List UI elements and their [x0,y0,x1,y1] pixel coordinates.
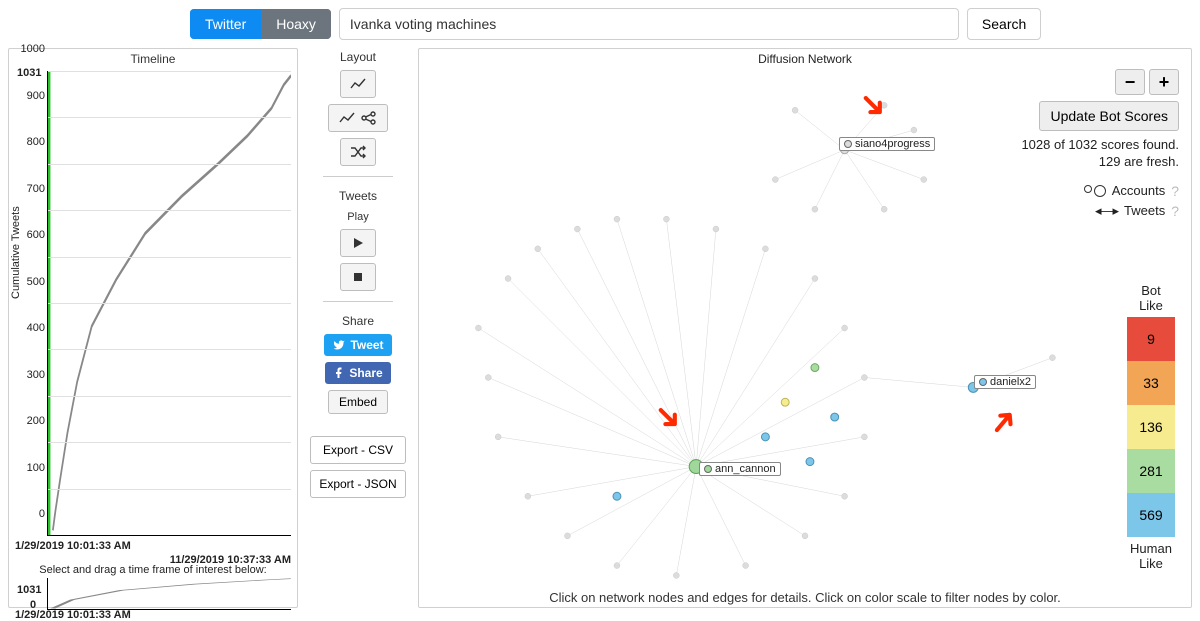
colorbar-cell[interactable]: 136 [1127,405,1175,449]
export-csv-button[interactable]: Export - CSV [310,436,406,464]
node-label-text: siano4progress [855,138,930,150]
timeline-ytick: 300 [19,369,45,381]
layout-shuffle-button[interactable] [340,138,376,166]
timeline-ytick: 400 [19,322,45,334]
bot-score-colorbar: Bot Like 933136281569 Human Like [1123,279,1179,575]
timeline-xend: 11/29/2019 10:37:33 AM [170,554,291,566]
network-title: Diffusion Network [419,49,1191,69]
layout-head: Layout [340,50,376,64]
tweets-icon: ◂—▸ [1095,203,1118,219]
search-input[interactable] [339,8,959,40]
layout-line-button[interactable] [340,70,376,98]
export-json-button[interactable]: Export - JSON [310,470,406,498]
node-dot-icon [844,140,852,148]
shuffle-icon [350,145,366,159]
zoom-in-button[interactable]: + [1149,69,1179,95]
timeline-brush[interactable]: 0 [47,578,291,610]
node-label-siano4progress[interactable]: siano4progress [839,137,935,151]
play-head: Play [347,211,368,223]
timeline-ytick: 1000 [19,43,45,55]
timeline-panel: Timeline Cumulative Tweets 1031 1/29/201… [8,48,298,608]
colorbar-cell[interactable]: 281 [1127,449,1175,493]
help-icon[interactable]: ? [1171,183,1179,199]
layout-line-share-button[interactable] [328,104,388,132]
update-bot-scores-button[interactable]: Update Bot Scores [1039,101,1179,131]
facebook-icon [333,367,345,379]
share-icon [361,111,377,125]
timeline-ymax: 1031 [17,67,41,79]
help-icon[interactable]: ? [1171,203,1179,219]
share-head: Share [342,314,374,328]
search-button[interactable]: Search [967,8,1041,40]
colorbar-bottom-label: Human Like [1130,541,1172,571]
network-right-controls: − + Update Bot Scores 1028 of 1032 score… [1021,69,1179,219]
legend-accounts-label: Accounts [1112,183,1165,198]
brush-xstart: 1/29/2019 10:01:33 AM [15,609,131,621]
node-dot-icon [704,465,712,473]
fb-share-button[interactable]: Share [325,362,390,384]
brush-ymax: 1031 [17,584,41,596]
tab-hoaxy[interactable]: Hoaxy [261,9,331,39]
node-label-ann-cannon[interactable]: ann_cannon [699,462,781,476]
node-label-danielx2[interactable]: danielx2 [974,375,1036,389]
legend: Accounts ? ◂—▸ Tweets ? [1084,183,1179,219]
timeline-ytick: 500 [19,276,45,288]
timeline-ytick: 800 [19,136,45,148]
node-label-text: danielx2 [990,376,1031,388]
tweets-head: Tweets [339,189,377,203]
colorbar-cell[interactable]: 9 [1127,317,1175,361]
network-footer-hint: Click on network nodes and edges for det… [419,588,1191,607]
tweet-button[interactable]: Tweet [324,334,391,356]
colorbar-cell[interactable]: 33 [1127,361,1175,405]
timeline-ytick: 200 [19,415,45,427]
stop-icon [350,270,366,284]
node-dot-icon [979,378,987,386]
score-status: 1028 of 1032 scores found. 129 are fresh… [1021,137,1179,171]
timeline-ytick: 700 [19,183,45,195]
play-button[interactable] [340,229,376,257]
timeline-title: Timeline [9,49,297,69]
timeline-ytick: 600 [19,229,45,241]
timeline-ytick: 100 [19,462,45,474]
embed-button[interactable]: Embed [328,390,388,414]
legend-tweets-label: Tweets [1124,203,1165,218]
line-chart-icon [339,111,355,125]
score-line2: 129 are fresh. [1021,154,1179,171]
node-label-text: ann_cannon [715,463,776,475]
timeline-chart[interactable] [47,71,291,536]
colorbar-top-label: Bot Like [1139,283,1163,313]
twitter-icon [332,339,346,351]
timeline-ytick: 0 [19,508,45,520]
source-tabs: Twitter Hoaxy [190,9,331,39]
colorbar-cell[interactable]: 569 [1127,493,1175,537]
tweet-label: Tweet [350,338,383,352]
timeline-ytick: 900 [19,90,45,102]
timeline-xstart: 1/29/2019 10:01:33 AM [15,540,131,552]
top-bar: Twitter Hoaxy Search [0,0,1200,48]
play-icon [350,236,366,250]
stop-button[interactable] [340,263,376,291]
fb-share-label: Share [349,366,382,380]
zoom-out-button[interactable]: − [1115,69,1145,95]
network-panel: Diffusion Network [418,48,1192,608]
accounts-icon [1084,185,1106,197]
line-chart-icon [350,77,366,91]
controls-column: Layout Tweets Play Share Tweet Share [308,48,408,608]
score-line1: 1028 of 1032 scores found. [1021,137,1179,154]
tab-twitter[interactable]: Twitter [190,9,261,39]
